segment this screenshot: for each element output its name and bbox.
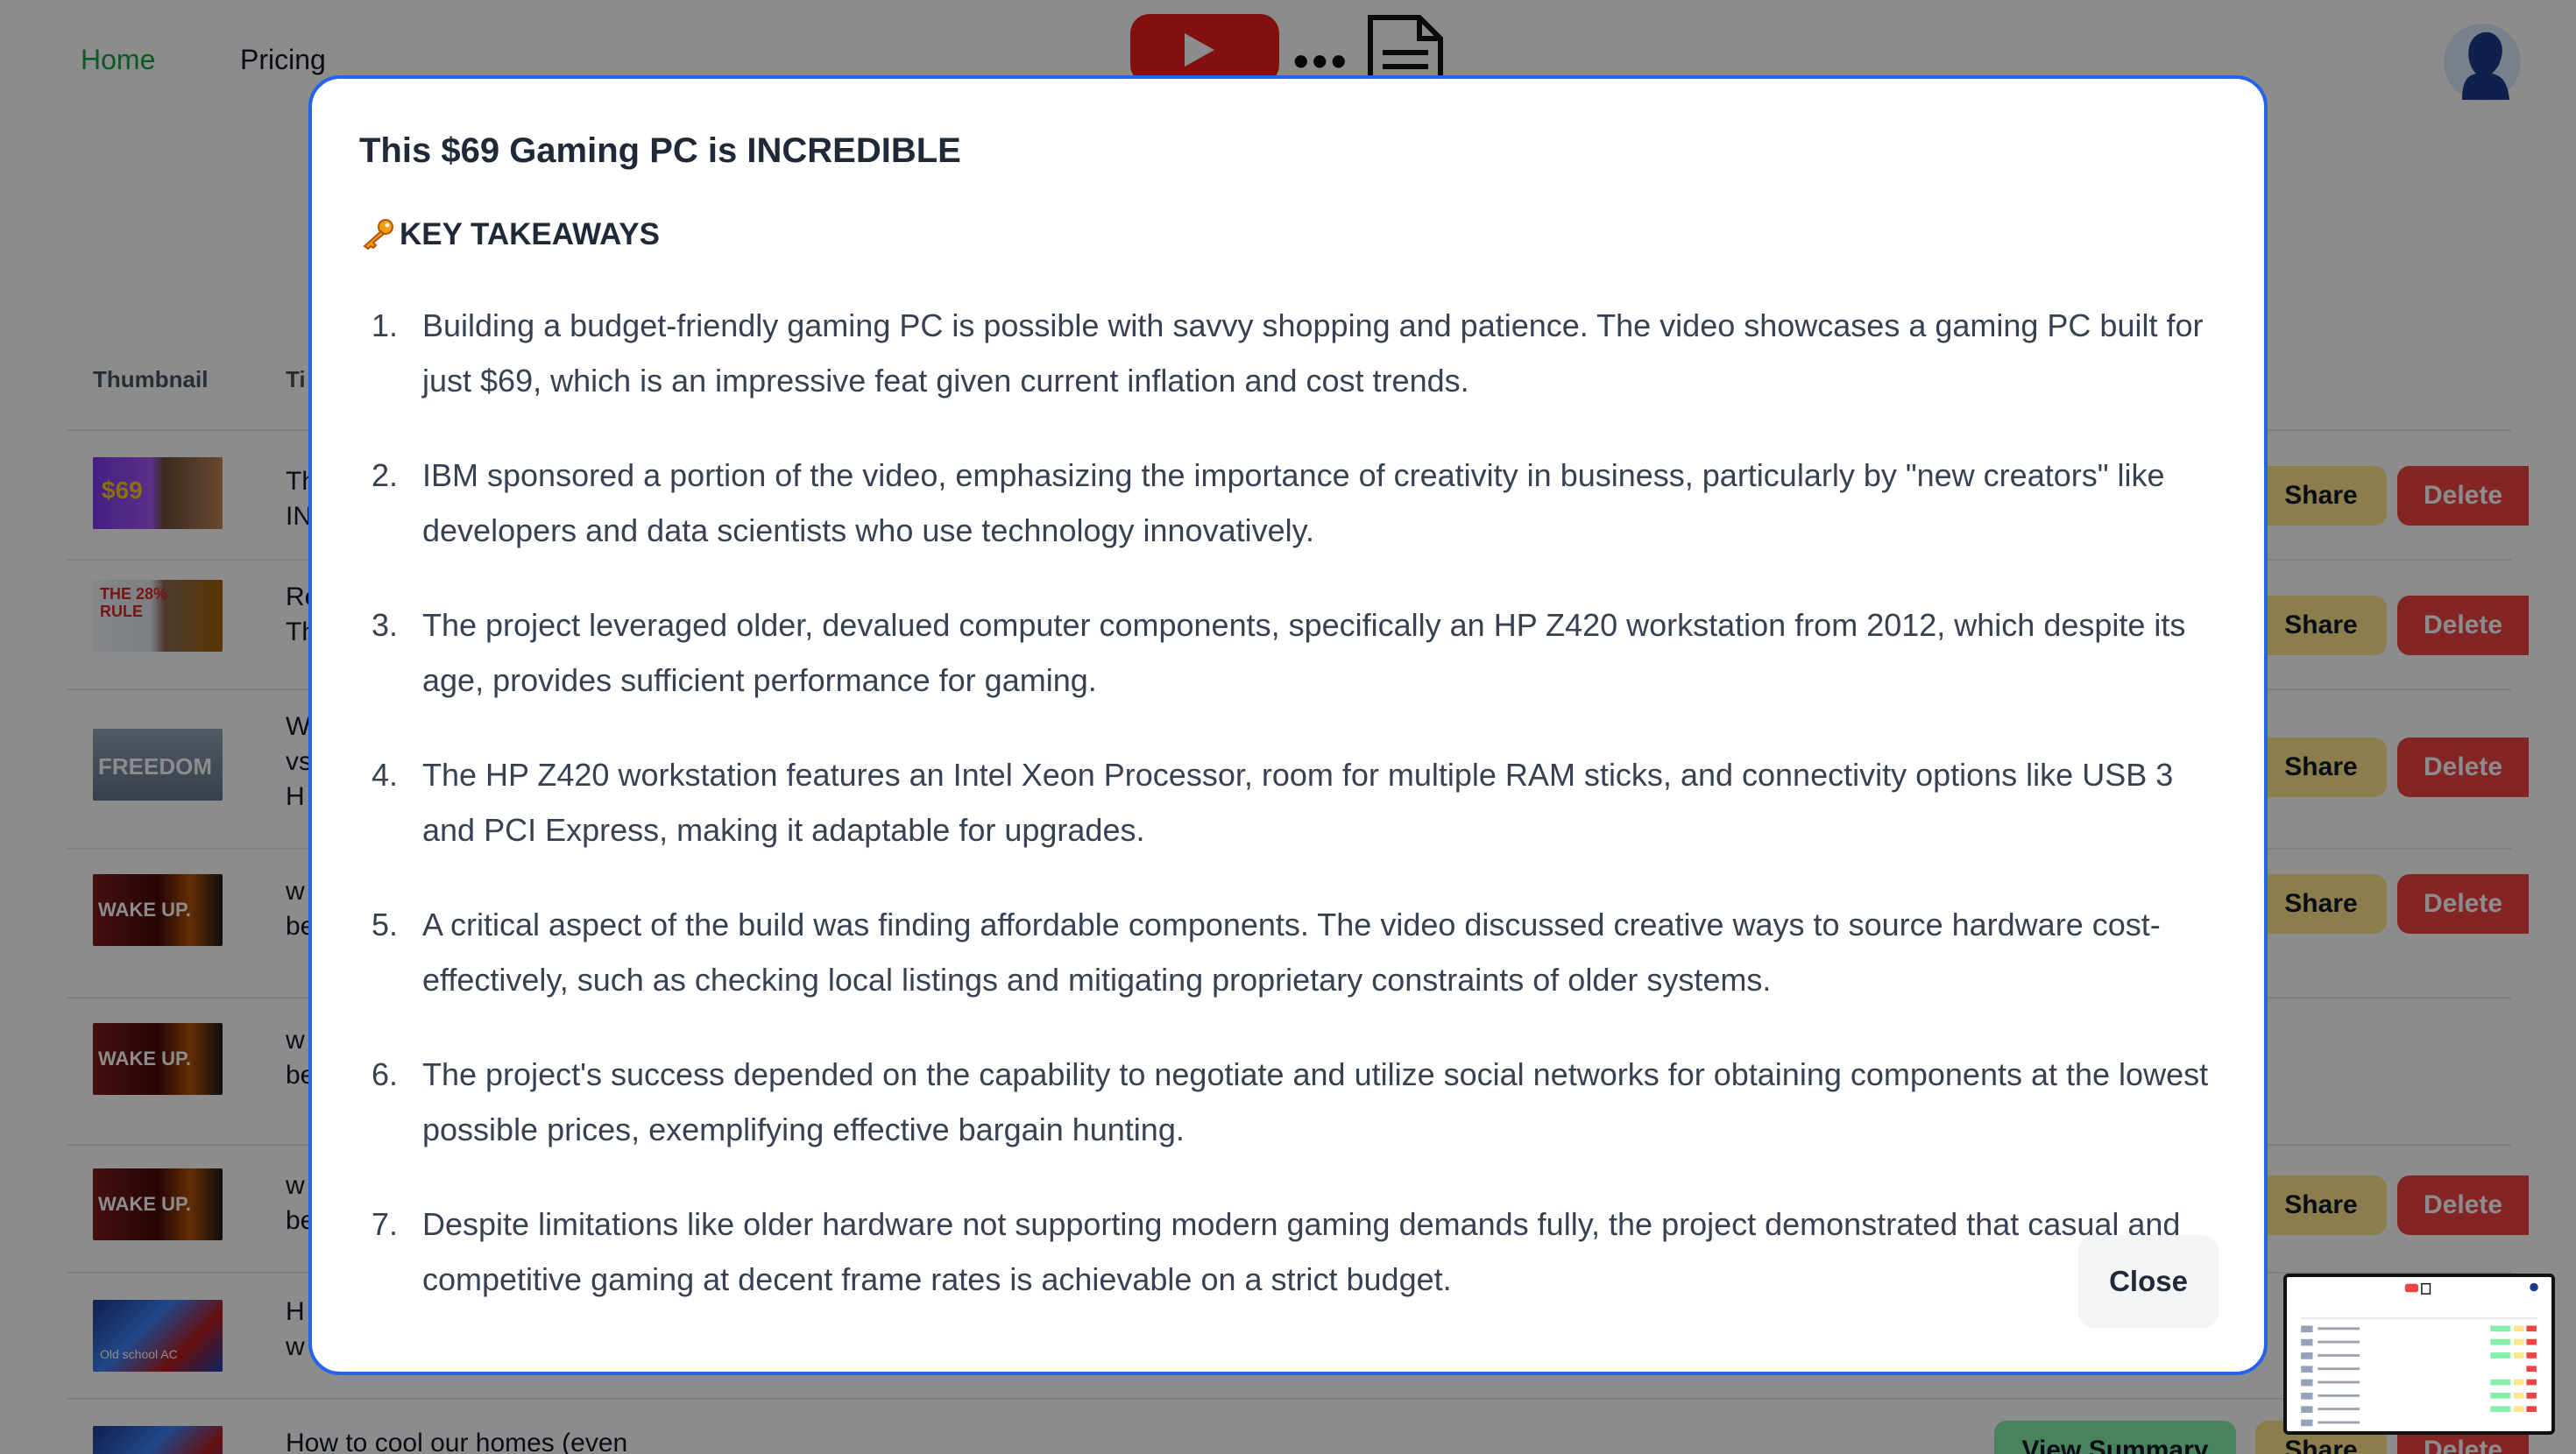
list-item: 4. The HP Z420 workstation features an I…: [372, 757, 2174, 848]
takeaway-text: Building a budget-friendly gaming PC is …: [422, 307, 2204, 399]
takeaways-list: 1. Building a budget-friendly gaming PC …: [359, 298, 2226, 1346]
takeaway-text: A critical aspect of the build was findi…: [422, 907, 2161, 998]
takeaway-text: IBM sponsored a portion of the video, em…: [422, 457, 2165, 548]
modal-title: This $69 Gaming PC is INCREDIBLE: [359, 131, 961, 170]
takeaway-text: The project's success depended on the ca…: [422, 1056, 2209, 1147]
list-item: 1. Building a budget-friendly gaming PC …: [372, 307, 2204, 399]
close-button[interactable]: Close: [2078, 1235, 2219, 1328]
takeaway-text: Despite limitations like older hardware …: [422, 1206, 2181, 1297]
list-item: 3. The project leveraged older, devalued…: [372, 607, 2186, 698]
takeaway-text: The project leveraged older, devalued co…: [422, 607, 2186, 698]
list-item: 5. A critical aspect of the build was fi…: [372, 907, 2161, 998]
page-preview-thumbnail[interactable]: [2283, 1274, 2555, 1435]
key-takeaways-label: KEY TAKEAWAYS: [400, 217, 660, 251]
list-item: 2. IBM sponsored a portion of the video,…: [372, 457, 2165, 548]
key-icon: [363, 219, 393, 250]
takeaway-text: The HP Z420 workstation features an Inte…: [422, 757, 2174, 848]
list-item: 7. Despite limitations like older hardwa…: [372, 1206, 2181, 1297]
key-takeaways-heading: KEY TAKEAWAYS: [359, 217, 660, 252]
summary-modal: This $69 Gaming PC is INCREDIBLE KEY TAK…: [308, 75, 2268, 1375]
list-item: 6. The project's success depended on the…: [372, 1056, 2209, 1147]
